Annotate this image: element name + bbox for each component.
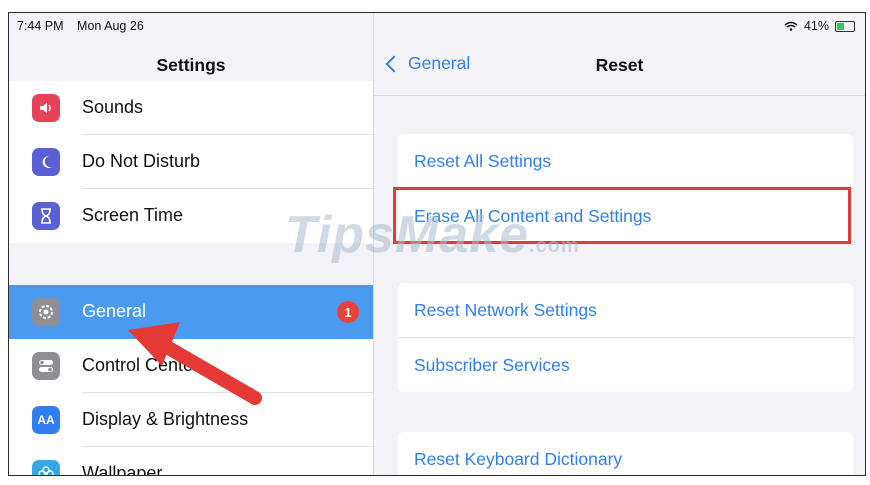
pointer-arrow [128,322,262,405]
